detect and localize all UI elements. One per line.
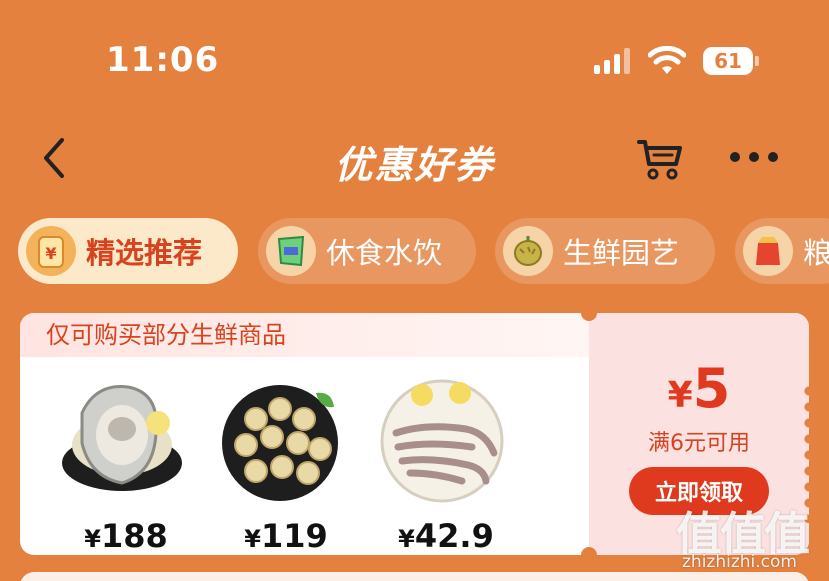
coupon-bag-icon: ¥ xyxy=(26,226,76,276)
snack-bag-icon xyxy=(266,226,316,276)
product-price: ¥119 xyxy=(244,517,328,555)
durian-icon xyxy=(503,226,553,276)
status-time: 11:06 xyxy=(106,40,220,80)
perforation-dot xyxy=(581,305,597,321)
next-coupon-card[interactable] xyxy=(20,572,809,581)
tab-snacks-drinks[interactable]: 休食水饮 xyxy=(258,218,476,284)
cart-icon[interactable] xyxy=(636,138,684,180)
product-item[interactable]: ¥188 xyxy=(56,373,196,555)
coupon-condition: 满6元可用 xyxy=(648,431,750,456)
wifi-icon xyxy=(648,46,686,74)
product-item[interactable]: ¥42.9 xyxy=(376,373,516,555)
coupon-restriction: 仅可购买部分生鲜商品 xyxy=(20,313,589,357)
page-title: 优惠好券 xyxy=(334,143,495,187)
more-icon[interactable] xyxy=(730,152,778,164)
product-item[interactable]: ¥119 xyxy=(216,373,356,555)
tab-featured[interactable]: ¥ 精选推荐 xyxy=(18,218,238,284)
coupon-amount: ¥5 xyxy=(667,357,731,420)
grain-bag-icon xyxy=(743,226,793,276)
product-price: ¥188 xyxy=(84,517,168,555)
oyster-image xyxy=(62,385,182,491)
tab-label: 生鲜园艺 xyxy=(563,236,680,270)
tab-fresh-garden[interactable]: 生鲜园艺 xyxy=(495,218,715,284)
battery-tip xyxy=(755,56,759,66)
svg-text:¥: ¥ xyxy=(45,244,56,263)
battery-indicator: 61 xyxy=(703,47,753,75)
tab-label: 精选推荐 xyxy=(86,236,203,270)
product-price: ¥42.9 xyxy=(398,517,494,555)
tab-label: 粮 xyxy=(803,236,829,270)
squid-image xyxy=(380,379,504,503)
coupon-products-area: 仅可购买部分生鲜商品 ¥188 ¥119 ¥42.9 xyxy=(20,313,589,555)
tab-label: 休食水饮 xyxy=(326,236,443,270)
signal-icon xyxy=(594,48,630,74)
perforation-dot xyxy=(581,547,597,563)
scallop-image xyxy=(222,385,338,501)
watermark-url: zhizhizhi.com xyxy=(682,552,797,572)
tab-grain[interactable]: 粮 xyxy=(735,218,829,284)
